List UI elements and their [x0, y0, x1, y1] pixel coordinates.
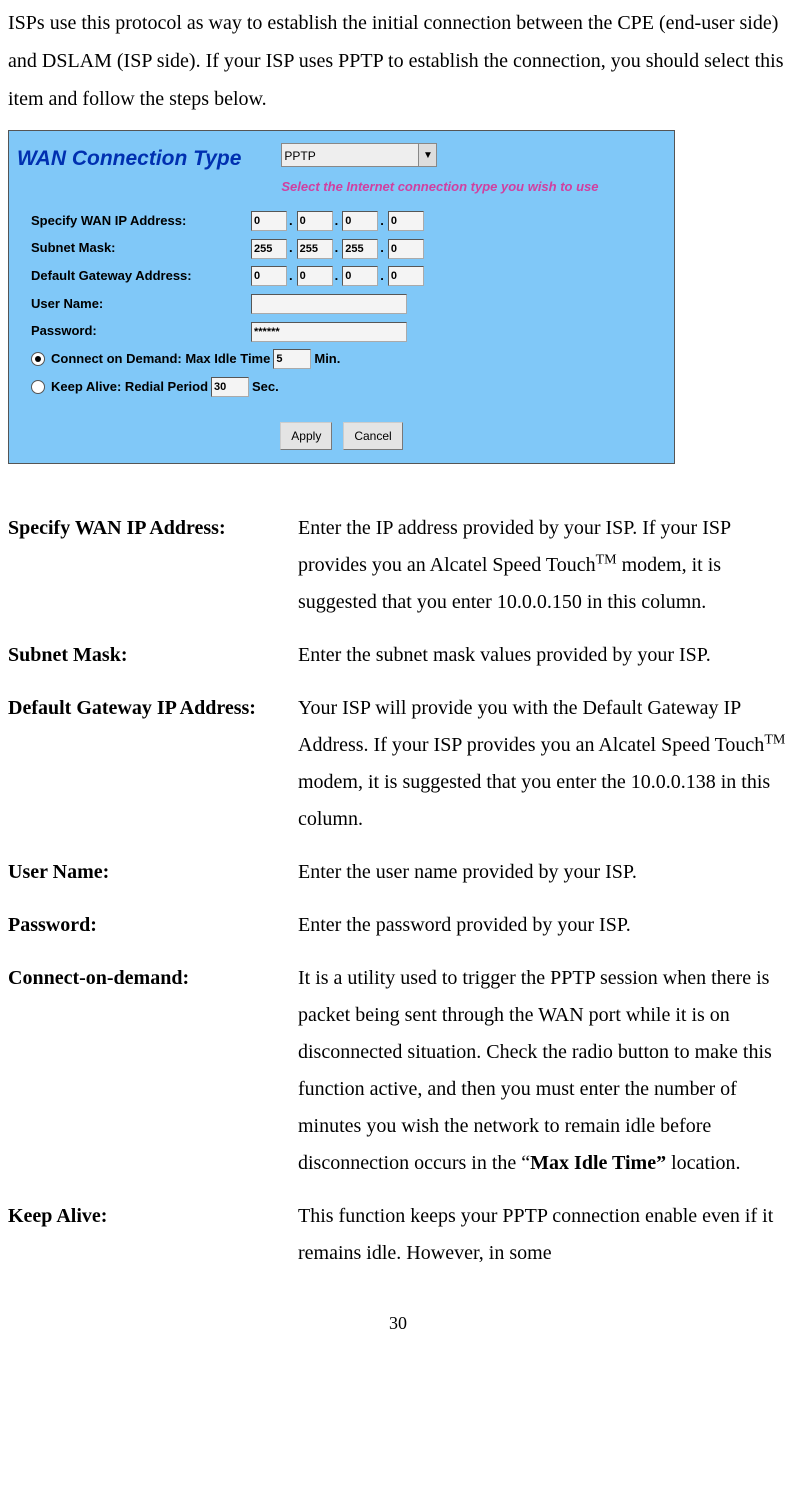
def-row-password: Password: Enter the password provided by…	[8, 901, 788, 954]
def-row-subnet: Subnet Mask: Enter the subnet mask value…	[8, 631, 788, 684]
def-row-gateway: Default Gateway IP Address: Your ISP wil…	[8, 684, 788, 848]
cancel-button[interactable]: Cancel	[343, 422, 402, 451]
def-row-connect-on-demand: Connect-on-demand: It is a utility used …	[8, 954, 788, 1192]
wan-ip-octet-4[interactable]: 0	[388, 211, 424, 231]
connect-on-demand-label: Connect on Demand: Max Idle Time	[51, 347, 270, 372]
username-label: User Name:	[31, 292, 251, 317]
page-number: 30	[8, 1306, 788, 1340]
redial-period-input[interactable]: 30	[211, 377, 249, 397]
def-desc: Enter the subnet mask values provided by…	[298, 631, 788, 684]
username-input[interactable]	[251, 294, 407, 314]
connect-on-demand-radio[interactable]	[31, 352, 45, 366]
def-desc: Enter the password provided by your ISP.	[298, 901, 788, 954]
dropdown-value: PPTP	[284, 149, 315, 163]
def-term: Subnet Mask:	[8, 631, 298, 684]
gateway-octet-4[interactable]: 0	[388, 266, 424, 286]
panel-title: WAN Connection Type	[17, 135, 241, 179]
def-desc: Your ISP will provide you with the Defau…	[298, 684, 788, 848]
def-desc: This function keeps your PPTP connection…	[298, 1192, 788, 1282]
def-row-username: User Name: Enter the user name provided …	[8, 848, 788, 901]
connection-type-dropdown[interactable]: PPTP ▼	[281, 143, 437, 167]
wan-ip-label: Specify WAN IP Address:	[31, 209, 251, 234]
password-label: Password:	[31, 319, 251, 344]
def-term: Specify WAN IP Address:	[8, 504, 298, 631]
def-term: Password:	[8, 901, 298, 954]
def-term: Connect-on-demand:	[8, 954, 298, 1192]
subnet-octet-1[interactable]: 255	[251, 239, 287, 259]
def-desc: Enter the IP address provided by your IS…	[298, 504, 788, 631]
def-desc: Enter the user name provided by your ISP…	[298, 848, 788, 901]
def-term: User Name:	[8, 848, 298, 901]
gateway-octet-3[interactable]: 0	[342, 266, 378, 286]
password-input[interactable]: ******	[251, 322, 407, 342]
def-row-wan-ip: Specify WAN IP Address: Enter the IP add…	[8, 504, 788, 631]
gateway-octet-1[interactable]: 0	[251, 266, 287, 286]
panel-subtitle: Select the Internet connection type you …	[281, 175, 666, 200]
def-desc: It is a utility used to trigger the PPTP…	[298, 954, 788, 1192]
keep-alive-label: Keep Alive: Redial Period	[51, 375, 208, 400]
sec-suffix: Sec.	[252, 375, 279, 400]
gateway-label: Default Gateway Address:	[31, 264, 251, 289]
definitions-table: Specify WAN IP Address: Enter the IP add…	[8, 504, 788, 1282]
intro-paragraph: ISPs use this protocol as way to establi…	[8, 4, 788, 118]
wan-ip-octet-1[interactable]: 0	[251, 211, 287, 231]
def-term: Default Gateway IP Address:	[8, 684, 298, 848]
subnet-octet-3[interactable]: 255	[342, 239, 378, 259]
gateway-octet-2[interactable]: 0	[297, 266, 333, 286]
def-term: Keep Alive:	[8, 1192, 298, 1282]
config-screenshot-panel: WAN Connection Type PPTP ▼ Select the In…	[8, 130, 675, 464]
wan-ip-octet-3[interactable]: 0	[342, 211, 378, 231]
max-idle-time-input[interactable]: 5	[273, 349, 311, 369]
subnet-octet-4[interactable]: 0	[388, 239, 424, 259]
def-row-keep-alive: Keep Alive: This function keeps your PPT…	[8, 1192, 788, 1282]
wan-ip-octet-2[interactable]: 0	[297, 211, 333, 231]
chevron-down-icon: ▼	[418, 144, 436, 166]
apply-button[interactable]: Apply	[280, 422, 332, 451]
min-suffix: Min.	[314, 347, 340, 372]
keep-alive-radio[interactable]	[31, 380, 45, 394]
subnet-label: Subnet Mask:	[31, 236, 251, 261]
subnet-octet-2[interactable]: 255	[297, 239, 333, 259]
